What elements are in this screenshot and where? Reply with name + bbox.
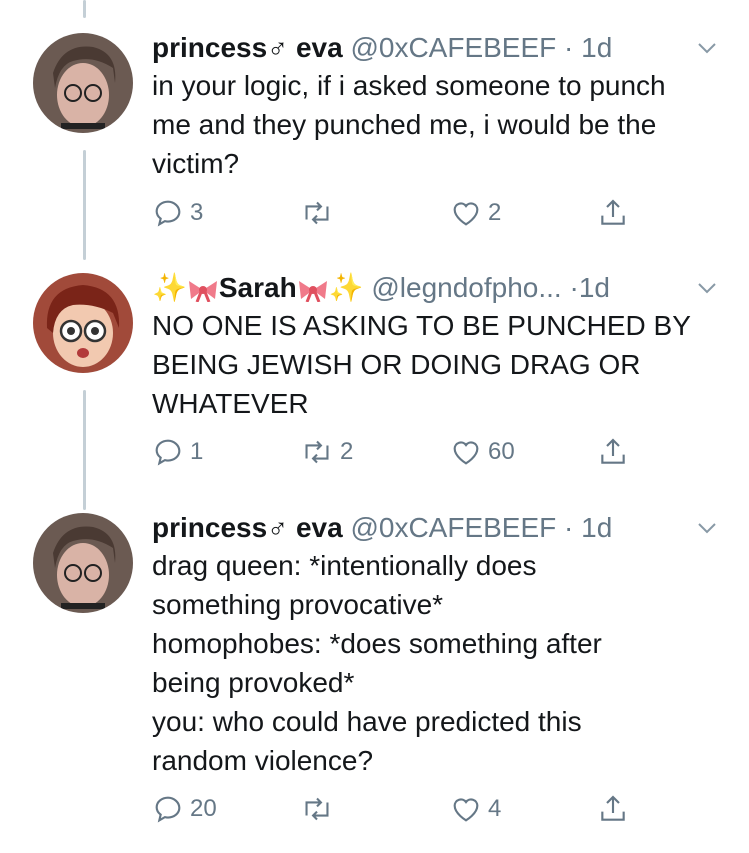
tweet-text: in your logic, if i asked someone to pun… — [152, 70, 666, 179]
retweet-button[interactable]: 2 — [300, 432, 353, 472]
tweet-header: ✨ Sarah ✨ @legndofpho... ·1d — [152, 268, 610, 308]
like-button[interactable]: 4 — [450, 789, 501, 829]
display-name[interactable]: princess♂ eva — [152, 32, 343, 63]
like-icon — [453, 798, 479, 822]
thread-line — [83, 0, 86, 18]
ribbon-icon — [188, 280, 217, 302]
like-icon — [453, 441, 479, 465]
share-icon — [601, 199, 625, 225]
reply-icon — [155, 439, 181, 466]
chevron-down-icon[interactable] — [695, 276, 719, 300]
avatar[interactable] — [33, 513, 133, 613]
tweet-actions: 1 2 60 — [152, 432, 672, 472]
reply-button[interactable]: 1 — [152, 432, 203, 472]
user-handle[interactable]: @0xCAFEBEEF — [350, 32, 556, 63]
retweet-icon — [305, 201, 329, 225]
sparkles-icon: ✨ — [328, 272, 364, 303]
timestamp[interactable]: 1d — [579, 272, 610, 303]
reply-count: 1 — [190, 438, 204, 465]
like-icon — [453, 202, 479, 226]
retweet-icon — [305, 440, 329, 464]
retweet-count: 2 — [340, 438, 354, 465]
tweet[interactable]: ✨ Sarah ✨ @legndofpho... ·1d NO ONE IS ASK… — [0, 268, 749, 478]
user-handle[interactable]: @0xCAFEBEEF — [350, 512, 556, 543]
avatar[interactable] — [33, 33, 133, 133]
reply-count: 3 — [190, 199, 204, 226]
avatar[interactable] — [33, 273, 133, 373]
tweet-actions: 3 2 — [152, 193, 672, 233]
tweet[interactable]: princess♂ eva @0xCAFEBEEF · 1d drag quee… — [0, 508, 749, 848]
tweet-header: princess♂ eva @0xCAFEBEEF · 1d — [152, 28, 612, 68]
tweet-header: princess♂ eva @0xCAFEBEEF · 1d — [152, 508, 612, 548]
like-button[interactable]: 2 — [450, 193, 501, 233]
tweet[interactable]: princess♂ eva @0xCAFEBEEF · 1d in your l… — [0, 28, 749, 238]
display-name[interactable]: Sarah — [219, 272, 297, 303]
like-button[interactable]: 60 — [450, 432, 515, 472]
like-count: 2 — [488, 199, 502, 226]
reply-icon — [155, 200, 181, 227]
retweet-button[interactable] — [300, 193, 340, 233]
separator-dot: · — [569, 272, 579, 303]
tweet-actions: 20 4 — [152, 789, 672, 829]
timestamp[interactable]: 1d — [581, 32, 612, 63]
like-count: 60 — [488, 438, 515, 465]
display-name[interactable]: princess♂ eva — [152, 512, 343, 543]
share-button[interactable] — [597, 193, 629, 233]
reply-button[interactable]: 3 — [152, 193, 203, 233]
chevron-down-icon[interactable] — [695, 36, 719, 60]
chevron-down-icon[interactable] — [695, 516, 719, 540]
share-icon — [601, 795, 625, 821]
separator-dot: · — [564, 32, 574, 63]
like-count: 4 — [488, 795, 502, 822]
sparkles-icon: ✨ — [152, 272, 187, 303]
user-handle[interactable]: @legndofpho... — [371, 272, 561, 303]
share-icon — [601, 438, 625, 464]
reply-button[interactable]: 20 — [152, 789, 217, 829]
tweet-text: NO ONE IS ASKING TO BE PUNCHED BY BEING … — [152, 310, 691, 419]
share-button[interactable] — [597, 432, 629, 472]
reply-count: 20 — [190, 795, 217, 822]
separator-dot: · — [564, 512, 574, 543]
retweet-button[interactable] — [300, 789, 340, 829]
tweet-text: drag queen: *intentionally does somethin… — [152, 550, 602, 776]
timestamp[interactable]: 1d — [581, 512, 612, 543]
share-button[interactable] — [597, 789, 629, 829]
retweet-icon — [305, 797, 329, 821]
reply-icon — [155, 796, 181, 823]
ribbon-icon — [298, 280, 327, 302]
